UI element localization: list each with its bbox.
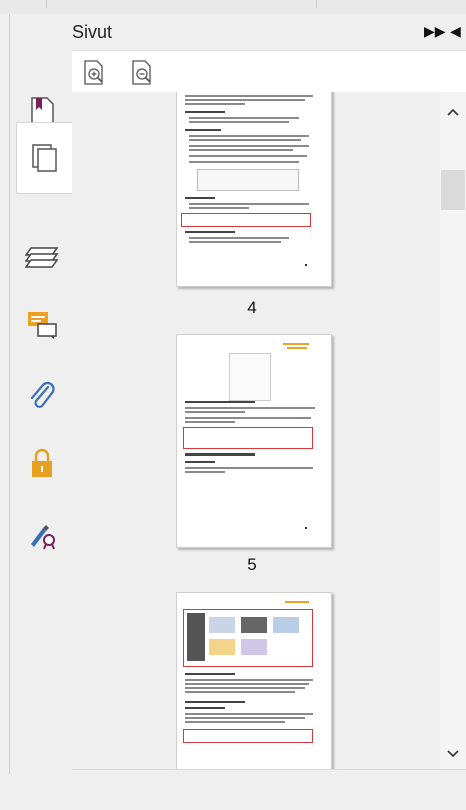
page-text-line [185, 683, 309, 685]
page-screenshot-tile [241, 617, 267, 633]
page-text-line [189, 161, 299, 163]
highlight-box [183, 729, 313, 743]
page-thumbnails: 4 5 [72, 92, 440, 769]
page-text-line [189, 117, 299, 119]
page-text-line [185, 673, 235, 675]
page-text-line [189, 155, 307, 157]
top-strip-divider [316, 0, 317, 8]
collapse-panel-icon[interactable]: ◀ [450, 23, 461, 40]
sidebar-item-security[interactable] [17, 438, 67, 488]
page-text-line [189, 145, 309, 147]
page-screenshot-tile [273, 617, 299, 633]
page-text-line [185, 231, 235, 233]
highlight-box [183, 427, 313, 449]
page-text-line [189, 241, 281, 243]
page-text-line [185, 197, 215, 199]
page-text-line [185, 95, 313, 97]
signature-icon [31, 525, 55, 550]
page-text-line [185, 407, 315, 409]
page-zoom-out-icon[interactable] [130, 60, 154, 86]
page-text-line [185, 701, 245, 703]
page-text-line [185, 691, 295, 693]
page-footer-mark [305, 527, 307, 529]
page-screenshot-tile [241, 639, 267, 655]
page-thumbnail-5[interactable] [176, 334, 332, 548]
highlight-box [181, 213, 311, 227]
panel-footer [72, 769, 466, 810]
page-text-line [185, 99, 305, 101]
top-strip-divider [46, 0, 47, 8]
page-heading-line [185, 453, 255, 456]
page-header-text [287, 347, 307, 349]
page-text-line [185, 111, 225, 113]
scroll-down-button[interactable] [440, 742, 466, 766]
page-header-text [285, 601, 309, 603]
page-text-line [185, 679, 313, 681]
lock-icon [32, 448, 52, 477]
page-footer-mark [305, 264, 307, 266]
page-text-line [185, 471, 225, 473]
sidebar-item-attachments[interactable] [17, 372, 67, 422]
page-text-line [185, 687, 305, 689]
navigation-sidebar [0, 14, 73, 809]
page-text-line [189, 149, 293, 151]
page-text-line [185, 707, 225, 709]
sidebar-item-comments[interactable] [17, 300, 67, 350]
page-screenshot-tile [209, 617, 235, 633]
chevron-up-icon [447, 108, 459, 116]
page-text-line [185, 401, 255, 403]
pages-icon [32, 144, 57, 172]
page-number-label: 4 [247, 298, 257, 317]
sidebar-item-layers[interactable] [17, 232, 67, 282]
page-text-line [189, 121, 289, 123]
page-text-line [189, 237, 289, 239]
page-text-line [189, 135, 309, 137]
layers-icon [25, 247, 59, 268]
page-text-line [185, 421, 235, 423]
page-screenshot-tile [209, 639, 235, 655]
page-text-line [185, 103, 245, 105]
page-thumbnail-4[interactable] [176, 92, 332, 287]
page-menu-figure [229, 353, 271, 401]
page-text-line [185, 713, 313, 715]
page-text-line [189, 207, 249, 209]
page-text-line [185, 721, 285, 723]
scrollbar-thumb[interactable] [441, 170, 465, 210]
pages-panel-header: Sivut ▶▶ ◀ [72, 14, 466, 50]
page-text-line [185, 411, 245, 413]
page-text-line [185, 717, 305, 719]
page-thumbnail-6[interactable] [176, 592, 332, 769]
sidebar-item-signatures[interactable] [17, 510, 67, 560]
page-screenshot-sidebar [187, 613, 205, 661]
page-dialog-figure [197, 169, 299, 191]
page-text-line [185, 129, 221, 131]
comments-icon [28, 312, 57, 339]
page-text-line [189, 139, 301, 141]
chevron-down-icon [447, 750, 459, 758]
page-header-text [283, 343, 309, 345]
expand-panel-icon[interactable]: ▶▶ [424, 23, 446, 40]
scroll-up-button[interactable] [440, 100, 466, 124]
page-number-label: 5 [247, 555, 257, 574]
page-text-line [185, 461, 215, 463]
page-zoom-in-icon[interactable] [82, 60, 106, 86]
top-strip [0, 0, 466, 15]
attachment-icon [30, 381, 55, 408]
pages-toolbar [72, 50, 466, 93]
panel-title: Sivut [72, 22, 113, 42]
sidebar-divider [9, 14, 10, 774]
page-text-line [185, 417, 311, 419]
sidebar-item-pages[interactable] [16, 122, 73, 194]
thumbnails-scrollbar[interactable] [440, 92, 466, 769]
page-text-line [185, 467, 313, 469]
page-text-line [189, 203, 309, 205]
